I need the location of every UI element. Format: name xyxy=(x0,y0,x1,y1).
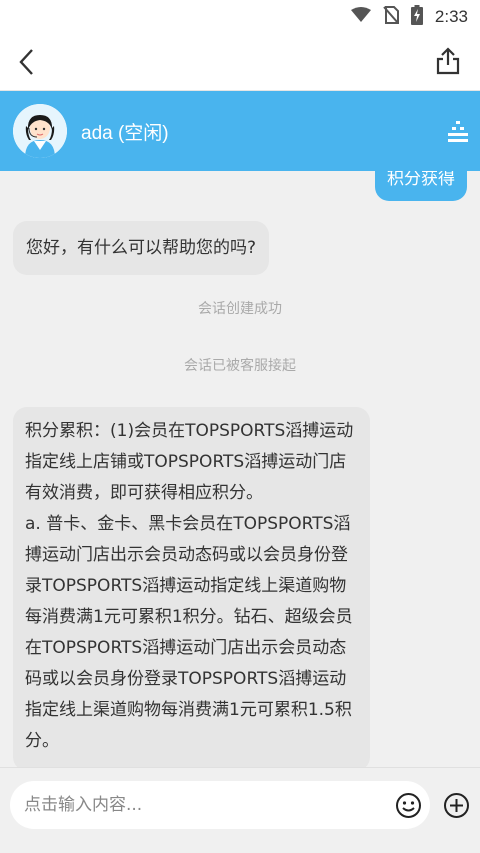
status-time: 2:33 xyxy=(434,6,468,26)
share-button[interactable] xyxy=(434,46,462,76)
emoji-icon xyxy=(396,793,421,818)
agent-name: ada (空闲) xyxy=(81,122,169,144)
status-bar: 2:33 xyxy=(0,0,480,33)
top-nav xyxy=(0,33,480,91)
agent-avatar xyxy=(13,104,67,158)
emoji-button[interactable] xyxy=(395,792,422,819)
system-message: 会话创建成功 xyxy=(198,301,282,317)
chat-area[interactable]: 积分获得 您好，有什么可以帮助您的吗? 会话创建成功 会话已被客服接起 积分累积… xyxy=(0,171,480,767)
menu-icon xyxy=(448,121,468,142)
no-sim-icon xyxy=(383,5,399,28)
chevron-left-icon xyxy=(19,49,33,75)
back-button[interactable] xyxy=(14,47,42,77)
input-bar xyxy=(0,767,480,853)
agent-header: ada (空闲) xyxy=(0,91,480,171)
sent-message[interactable]: 积分获得 xyxy=(375,171,467,201)
received-message[interactable]: 您好，有什么可以帮助您的吗? xyxy=(13,221,270,275)
battery-charging-icon xyxy=(410,4,423,29)
plus-icon xyxy=(444,793,469,818)
wifi-icon xyxy=(350,6,371,27)
menu-button[interactable] xyxy=(446,119,470,143)
message-input-container xyxy=(10,781,430,829)
system-message: 会话已被客服接起 xyxy=(184,358,296,374)
add-button[interactable] xyxy=(443,792,470,819)
received-message[interactable]: 积分累积：(1)会员在TOPSPORTS滔搏运动指定线上店铺或TOPSPORTS… xyxy=(13,407,370,767)
message-input[interactable] xyxy=(24,795,384,815)
share-icon xyxy=(436,47,460,75)
